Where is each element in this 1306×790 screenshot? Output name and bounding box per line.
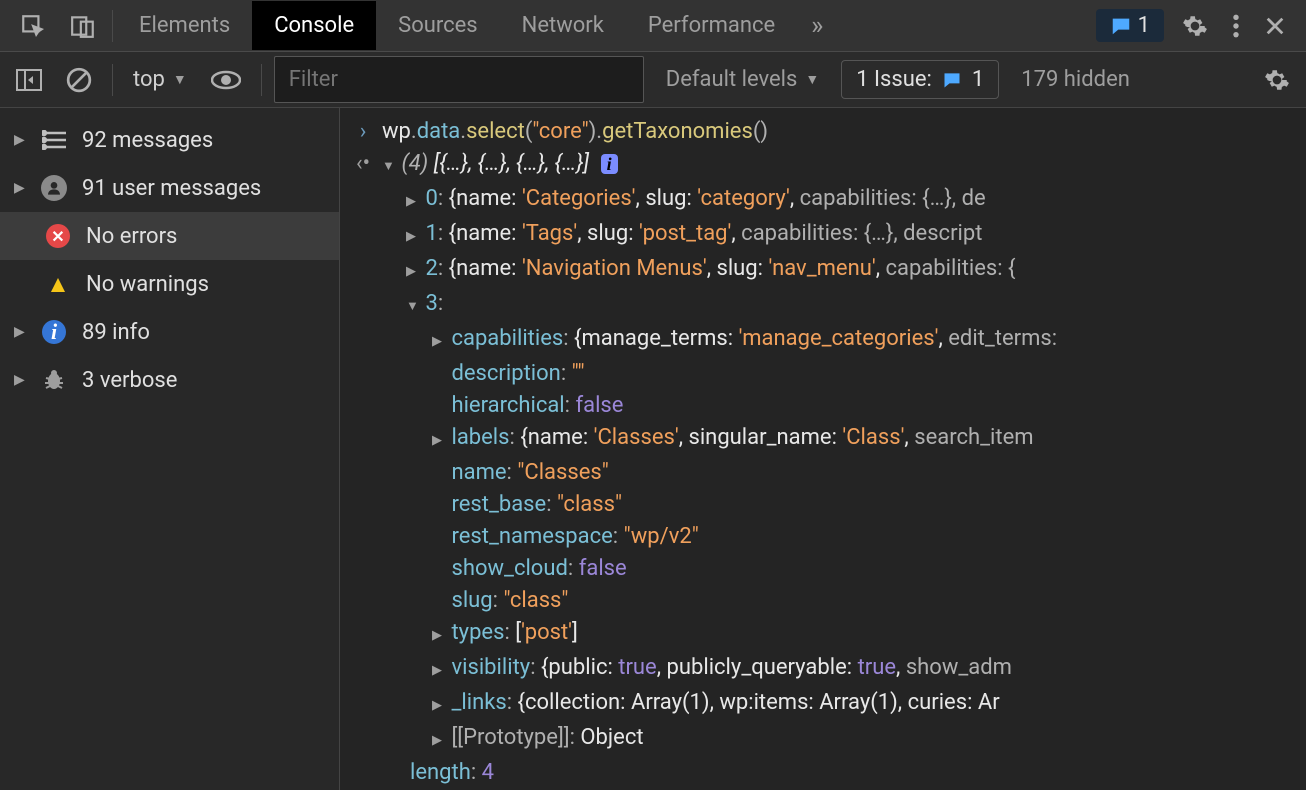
message-icon (1110, 15, 1132, 37)
live-expression-icon[interactable] (203, 61, 249, 99)
inspect-element-icon[interactable] (8, 3, 58, 49)
result-icon: ‹• (354, 148, 372, 180)
expand-icon: ▶ (14, 132, 26, 148)
log-levels-selector[interactable]: Default levels ▼ (652, 67, 833, 92)
chevron-down-icon: ▼ (805, 71, 819, 88)
prop-labels[interactable]: ▶ labels: {name: 'Classes', singular_nam… (432, 422, 1292, 457)
tab-performance[interactable]: Performance (626, 1, 797, 50)
prop-rest-namespace: rest_namespace: "wp/v2" (432, 521, 1292, 553)
sidebar-item-label: No warnings (86, 272, 209, 297)
close-icon[interactable] (1252, 5, 1298, 47)
user-icon (40, 174, 68, 202)
tab-network[interactable]: Network (500, 1, 626, 50)
sidebar-item-info[interactable]: ▶ i 89 info (0, 308, 339, 356)
filter-input[interactable] (274, 56, 644, 103)
list-icon (40, 126, 68, 154)
settings-icon[interactable] (1170, 3, 1220, 49)
prop-links[interactable]: ▶ _links: {collection: Array(1), wp:item… (432, 687, 1292, 722)
info-icon: i (40, 318, 68, 346)
issues-count: 1 (1138, 13, 1150, 38)
console-toolbar: top ▼ Default levels ▼ 1 Issue: 1 179 hi… (0, 52, 1306, 108)
sidebar-item-user-messages[interactable]: ▶ 91 user messages (0, 164, 339, 212)
tab-sources[interactable]: Sources (376, 1, 500, 50)
sidebar-item-label: 92 messages (82, 128, 213, 153)
sidebar-item-label: 91 user messages (82, 176, 261, 201)
expand-icon: ▶ (14, 372, 26, 388)
array-item-2[interactable]: ▶ 2: {name: 'Navigation Menus', slug: 'n… (406, 253, 1292, 288)
warning-icon: ▲ (44, 270, 72, 298)
kebab-menu-icon[interactable] (1220, 3, 1252, 49)
expand-icon: ▶ (14, 324, 26, 340)
sidebar-item-messages[interactable]: ▶ 92 messages (0, 116, 339, 164)
levels-label: Default levels (666, 67, 798, 92)
issues-badge[interactable]: 1 (1096, 9, 1164, 42)
prompt-icon: › (354, 116, 372, 148)
sidebar-item-label: 3 verbose (82, 368, 177, 393)
bug-icon (40, 366, 68, 394)
sidebar-toggle-icon[interactable] (8, 61, 50, 99)
prop-name: name: "Classes" (432, 457, 1292, 489)
array-item-1[interactable]: ▶ 1: {name: 'Tags', slug: 'post_tag', ca… (406, 218, 1292, 253)
device-toggle-icon[interactable] (58, 3, 108, 49)
more-tabs-icon[interactable]: » (797, 11, 837, 41)
error-icon: ✕ (44, 222, 72, 250)
devtools-header: Elements Console Sources Network Perform… (0, 0, 1306, 52)
prop-prototype[interactable]: ▶ [[Prototype]]: Object (432, 722, 1292, 757)
issue-label: 1 Issue: (856, 67, 932, 92)
issues-indicator[interactable]: 1 Issue: 1 (841, 60, 999, 99)
prop-hierarchical: hierarchical: false (432, 390, 1292, 422)
prop-rest-base: rest_base: "class" (432, 489, 1292, 521)
expand-icon: ▶ (14, 180, 26, 196)
array-item-3[interactable]: ▼ 3: (406, 288, 1292, 323)
console-output: › wp.data.select("core").getTaxonomies()… (340, 108, 1306, 790)
divider (112, 64, 113, 96)
clear-console-icon[interactable] (58, 59, 100, 101)
tab-console[interactable]: Console (252, 1, 376, 50)
sidebar-item-label: No errors (86, 224, 177, 249)
divider (261, 64, 262, 96)
console-result-header[interactable]: ‹• ▼ (4) [{…}, {…}, {…}, {…}] i (354, 148, 1292, 183)
info-icon[interactable]: i (601, 154, 618, 174)
prop-description: description: "" (432, 358, 1292, 390)
context-label: top (133, 67, 165, 92)
message-sidebar: ▶ 92 messages ▶ 91 user messages ✕ No er… (0, 108, 340, 790)
console-settings-icon[interactable] (1256, 59, 1298, 101)
sidebar-item-label: 89 info (82, 320, 150, 345)
prop-types[interactable]: ▶ types: ['post'] (432, 617, 1292, 652)
prop-show-cloud: show_cloud: false (432, 553, 1292, 585)
issue-count: 1 (972, 67, 984, 92)
prop-capabilities[interactable]: ▶ capabilities: {manage_terms: 'manage_c… (432, 323, 1292, 358)
collapse-icon[interactable]: ▼ (382, 151, 396, 183)
sidebar-item-verbose[interactable]: ▶ 3 verbose (0, 356, 339, 404)
context-selector[interactable]: top ▼ (125, 67, 195, 92)
sidebar-item-errors[interactable]: ✕ No errors (0, 212, 339, 260)
message-icon (942, 70, 962, 90)
prop-slug: slug: "class" (432, 585, 1292, 617)
prop-length: length: 4 (410, 757, 1292, 789)
divider (112, 10, 113, 42)
array-item-0[interactable]: ▶ 0: {name: 'Categories', slug: 'categor… (406, 183, 1292, 218)
tab-elements[interactable]: Elements (117, 1, 252, 50)
hidden-count[interactable]: 179 hidden (1021, 67, 1130, 92)
console-input-line[interactable]: › wp.data.select("core").getTaxonomies() (354, 116, 1292, 148)
prop-visibility[interactable]: ▶ visibility: {public: true, publicly_qu… (432, 652, 1292, 687)
sidebar-item-warnings[interactable]: ▲ No warnings (0, 260, 339, 308)
chevron-down-icon: ▼ (173, 71, 187, 88)
